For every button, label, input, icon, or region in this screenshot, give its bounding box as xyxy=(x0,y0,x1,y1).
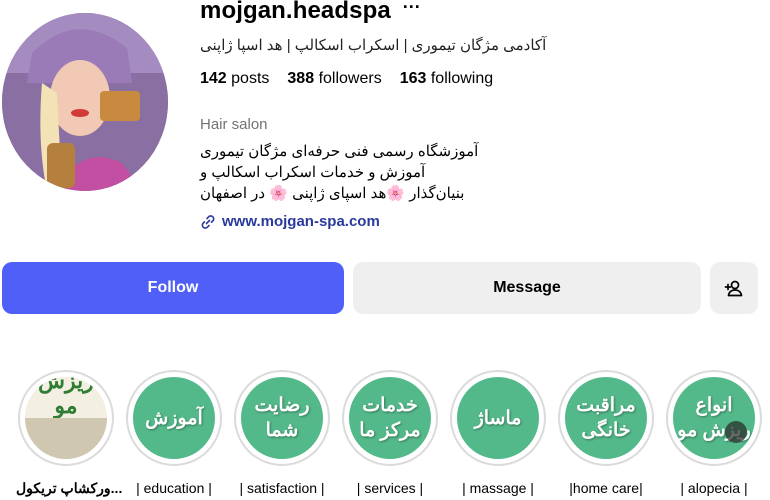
full-name: آکادمی مژگان تیموری | اسکراب اسکالپ | هد… xyxy=(200,37,547,54)
website-link[interactable]: www.mojgan-spa.com xyxy=(200,213,380,230)
profile-stats: 142 posts 388 followers 163 following xyxy=(200,70,511,88)
highlight-cover-text: مرکز ما xyxy=(359,420,421,441)
highlight-ring: ریزش مو xyxy=(18,370,114,466)
suggested-accounts-button[interactable] xyxy=(710,262,758,314)
following-stat[interactable]: 163 following xyxy=(400,70,493,88)
highlight-cover-text: ماساژ xyxy=(474,407,522,429)
highlight-label: | services | xyxy=(356,480,424,496)
add-person-icon xyxy=(724,280,743,297)
more-options-icon[interactable]: ··· xyxy=(403,0,421,16)
highlight-ring: انواع ریزش مو xyxy=(666,370,762,466)
highlight-cover-text: رضایت xyxy=(254,395,310,416)
highlight-cover: ریزش مو xyxy=(25,377,107,459)
highlight-ring: ماساژ xyxy=(450,370,546,466)
highlight-ring: رضایت شما xyxy=(234,370,330,466)
username-row: mojgan.headspa ··· xyxy=(200,0,421,25)
avatar-image xyxy=(2,13,168,191)
highlight-home-care[interactable]: مراقبت خانگی |home care| xyxy=(556,370,656,496)
highlight-ring: آموزش xyxy=(126,370,222,466)
posts-count: 142 xyxy=(200,70,227,87)
highlight-label: | massage | xyxy=(462,480,534,496)
username: mojgan.headspa xyxy=(200,0,391,24)
highlight-workshop[interactable]: ریزش مو ورکشاپ تریکول... xyxy=(16,370,123,497)
bio-line: بنیان‌گذار 🌸هد اسپای ژاپنی 🌸 در اصفهان xyxy=(200,185,465,202)
highlight-cover-photo xyxy=(25,418,107,459)
posts-stat: 142 posts xyxy=(200,70,269,88)
highlight-label: | alopecia | xyxy=(680,480,748,496)
highlight-label: |home care| xyxy=(569,480,643,496)
highlight-cover: رضایت شما xyxy=(241,377,323,459)
highlight-cover-title: ریزش مو xyxy=(25,377,107,418)
posts-label: posts xyxy=(231,70,270,87)
highlight-cover-text: آموزش xyxy=(145,407,203,429)
category-label: Hair salon xyxy=(200,116,268,133)
highlight-massage[interactable]: ماساژ | massage | xyxy=(448,370,548,496)
highlight-label: | education | xyxy=(136,480,212,496)
link-icon xyxy=(201,214,215,229)
bio-line: آموزش و خدمات اسکراب اسکالپ و xyxy=(200,164,426,181)
website-text: www.mojgan-spa.com xyxy=(222,213,380,230)
highlight-education[interactable]: آموزش | education | xyxy=(124,370,224,496)
highlight-cover-text: شما xyxy=(265,420,299,441)
highlight-cover: ماساژ xyxy=(457,377,539,459)
following-label: following xyxy=(430,70,494,87)
bio: آموزشگاه رسمی فنی حرفه‌ای مژگان تیموری آ… xyxy=(200,141,490,204)
follow-button[interactable]: Follow xyxy=(2,262,344,314)
highlight-cover-text: خانگی xyxy=(581,420,631,441)
highlight-cover-text: انواع xyxy=(695,395,733,416)
highlight-cover: مراقبت خانگی xyxy=(565,377,647,459)
highlight-cover-text: خدمات xyxy=(362,395,418,416)
followers-stat[interactable]: 388 followers xyxy=(287,70,381,88)
highlight-ring: خدمات مرکز ما xyxy=(342,370,438,466)
scroll-arrow-icon[interactable] xyxy=(725,421,747,443)
profile-avatar[interactable] xyxy=(2,13,168,191)
highlight-cover: آموزش xyxy=(133,377,215,459)
bio-line: آموزشگاه رسمی فنی حرفه‌ای مژگان تیموری xyxy=(200,143,479,160)
message-button[interactable]: Message xyxy=(353,262,701,314)
followers-count: 388 xyxy=(287,70,315,87)
highlight-label: | satisfaction | xyxy=(239,480,325,496)
highlight-satisfaction[interactable]: رضایت شما | satisfaction | xyxy=(232,370,332,496)
followers-label: followers xyxy=(318,70,382,87)
highlight-cover: انواع ریزش مو xyxy=(673,377,755,459)
highlight-alopecia[interactable]: انواع ریزش مو | alopecia | xyxy=(664,370,764,496)
highlight-cover-text: مراقبت xyxy=(576,395,636,416)
highlight-label: ورکشاپ تریکول... xyxy=(16,480,123,496)
highlight-ring: مراقبت خانگی xyxy=(558,370,654,466)
highlight-services[interactable]: خدمات مرکز ما | services | xyxy=(340,370,440,496)
highlight-cover: خدمات مرکز ما xyxy=(349,377,431,459)
following-count: 163 xyxy=(399,70,427,87)
